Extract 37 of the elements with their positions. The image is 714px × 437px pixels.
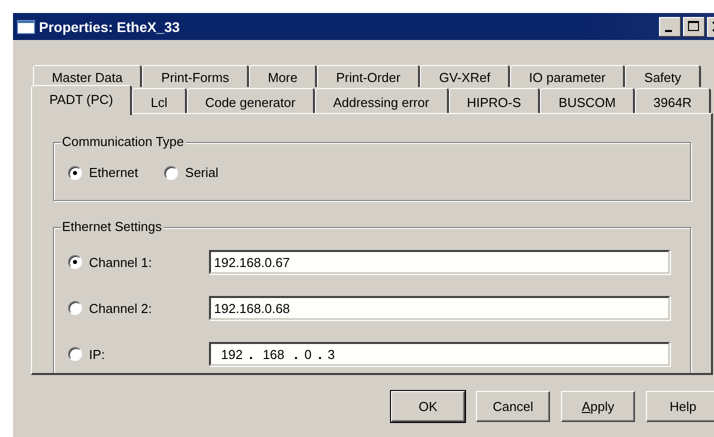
group-label: Communication Type xyxy=(61,134,186,149)
tab[interactable]: PADT (PC) xyxy=(31,85,132,115)
radio-button[interactable] xyxy=(68,255,82,269)
radio-button[interactable] xyxy=(164,166,178,180)
tab[interactable]: HIPRO-S xyxy=(448,88,540,113)
ip-address-field[interactable]: 192 168 0 3 xyxy=(209,342,670,366)
radio-button[interactable] xyxy=(68,166,82,180)
radio-label: Channel 1: xyxy=(89,254,152,270)
tab[interactable]: Master Data xyxy=(33,65,142,87)
radio-button[interactable] xyxy=(68,301,82,315)
tab[interactable]: Safety xyxy=(625,65,701,87)
address-field[interactable]: 192.168.0.67 xyxy=(209,250,670,274)
dialog-button[interactable]: Cancel xyxy=(476,391,550,422)
maximize-icon[interactable] xyxy=(683,16,705,36)
tab[interactable]: IO parameter xyxy=(510,65,626,87)
dialog-button[interactable]: OK xyxy=(391,391,465,422)
tab[interactable]: GV-XRef xyxy=(420,65,510,87)
tab[interactable]: Print-Forms xyxy=(142,65,250,87)
dialog-button[interactable]: Help xyxy=(646,391,714,422)
radio-label: Serial xyxy=(185,165,218,180)
address-field[interactable]: 192.168.0.68 xyxy=(209,296,670,320)
tab[interactable]: Print-Order xyxy=(317,65,420,87)
radio-label: Ethernet xyxy=(89,165,138,180)
dialog-button[interactable]: Apply xyxy=(561,391,635,422)
group-label: Ethernet Settings xyxy=(61,219,164,234)
window-icon xyxy=(17,20,35,34)
tab[interactable]: More xyxy=(249,65,318,87)
tab[interactable]: 3964R xyxy=(635,88,712,113)
radio-label: IP: xyxy=(89,346,105,362)
tab[interactable]: Code generator xyxy=(186,88,315,113)
tab[interactable]: Addressing error xyxy=(314,88,449,113)
radio-button[interactable] xyxy=(68,347,82,361)
radio-label: Channel 2: xyxy=(89,300,152,316)
tab[interactable]: Lcl xyxy=(132,88,187,113)
tab[interactable]: BUSCOM xyxy=(540,88,636,113)
window-title: Properties: EtheX_33 xyxy=(39,18,181,34)
minimize-icon[interactable] xyxy=(659,16,681,36)
